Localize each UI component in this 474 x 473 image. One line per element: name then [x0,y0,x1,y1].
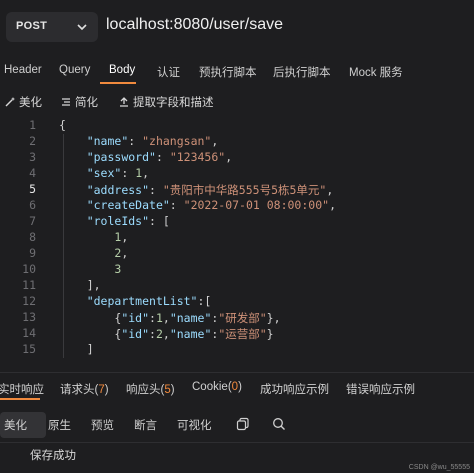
magic-wand-icon [5,97,15,107]
response-tabs: 实时响应 请求头(7) 响应头(5) Cookie(0) 成功响应示例 错误响应… [0,372,474,400]
rtab-cookie[interactable]: Cookie(0) [192,381,242,393]
count-badge: 0 [231,381,239,393]
line-number: 1 [29,118,36,132]
code-text: 2, [114,246,129,260]
code-line: 12 "departmentList":[ [0,294,474,310]
count-badge: 7 [98,384,105,396]
code-text: ] [59,342,94,356]
beautify-label: 美化 [19,97,42,109]
code-text: ], [59,278,101,292]
simplify-label: 简化 [75,97,98,109]
line-number: 7 [29,214,36,228]
upload-icon [120,97,128,107]
code-text: 1, [114,230,129,244]
tab-mock[interactable]: Mock 服务 [349,64,403,80]
active-tab-indicator [100,82,136,84]
rview-visualize[interactable]: 可视化 [177,417,212,433]
line-number: 12 [22,294,36,308]
rtab-success-example[interactable]: 成功响应示例 [260,381,329,397]
body-toolbar: 美化 简化 提取字段和描述 [0,88,474,114]
code-line: 4 "sex": 1, [0,166,474,182]
tab-body[interactable]: Body [109,64,135,76]
code-text: "name": "zhangsan", [86,134,219,148]
code-line: 5 "address": "贵阳市中华路555号5栋5单元", [0,182,474,198]
line-number: 4 [29,166,36,180]
code-line: 11 ], [0,278,474,294]
extract-fields-label: 提取字段和描述 [133,97,214,109]
rview-preview[interactable]: 预览 [91,417,114,433]
code-line: 7 "roleIds": [ [0,214,474,230]
rtab-request-headers[interactable]: 请求头(7) [60,381,109,397]
line-number: 5 [29,182,36,196]
method-select[interactable]: POST [6,12,98,42]
beautify-button[interactable]: 美化 [4,94,42,110]
line-number: 15 [22,342,36,356]
count-badge: 5 [164,384,171,396]
code-line: 14 {"id":2,"name":"运营部"} [0,326,474,342]
code-line: 10 3 [0,262,474,278]
active-response-tab-indicator [0,398,40,400]
code-line: 3 "password": "123456", [0,150,474,166]
line-number: 3 [29,150,36,164]
line-number: 6 [29,198,36,212]
line-number: 10 [22,262,36,276]
code-text: { [59,118,66,132]
line-number: 9 [29,246,36,260]
response-body: 保存成功 [0,442,474,473]
rtab-response-headers[interactable]: 响应头(5) [126,381,175,397]
extract-fields-button[interactable]: 提取字段和描述 [118,94,214,110]
tab-pre-script[interactable]: 预执行脚本 [199,64,257,80]
tab-auth[interactable]: 认证 [157,64,180,80]
line-number: 11 [22,278,36,292]
rtab-live-response[interactable]: 实时响应 [0,381,44,397]
line-number: 13 [22,310,36,324]
tab-header[interactable]: Header [4,64,42,76]
rview-raw[interactable]: 原生 [48,417,71,433]
copy-icon[interactable] [236,417,250,431]
code-text: "roleIds": [ [86,214,170,228]
code-text: {"id":1,"name":"研发部"}, [59,311,281,325]
code-text: "createDate": "2022-07-01 08:00:00", [86,198,336,212]
rview-beautify[interactable]: 美化 [4,417,27,433]
code-line: 8 1, [0,230,474,246]
watermark: CSDN @wu_55555 [408,464,470,471]
code-text: {"id":2,"name":"运营部"} [59,327,274,341]
tab-query[interactable]: Query [59,64,90,76]
chevron-down-icon [77,24,87,31]
method-label: POST [16,20,48,32]
line-number: 2 [29,134,36,148]
simplify-button[interactable]: 简化 [60,94,98,110]
code-line: 1{ [0,118,474,134]
request-tabs: Header Query Body 认证 预执行脚本 后执行脚本 Mock 服务 [0,56,474,84]
code-line: 15 ] [0,342,474,358]
line-number: 8 [29,230,36,244]
list-icon [62,98,70,106]
search-icon[interactable] [272,417,286,431]
code-line: 6 "createDate": "2022-07-01 08:00:00", [0,198,474,214]
rtab-error-example[interactable]: 错误响应示例 [346,381,415,397]
code-text: "address": "贵阳市中华路555号5栋5单元", [86,183,334,197]
code-text: 3 [114,262,122,276]
code-text: "departmentList":[ [86,294,212,308]
response-text: 保存成功 [30,450,76,462]
code-text: "sex": 1, [86,166,150,180]
url-input[interactable]: localhost:8080/user/save [106,16,283,34]
code-line: 13 {"id":1,"name":"研发部"}, [0,310,474,326]
code-line: 2 "name": "zhangsan", [0,134,474,150]
json-editor[interactable]: 1{2 "name": "zhangsan", 3 "password": "12… [0,118,474,360]
rview-assert[interactable]: 断言 [134,417,157,433]
code-line: 9 2, [0,246,474,262]
request-url-bar: POST localhost:8080/user/save [0,0,474,56]
code-text: "password": "123456", [86,150,233,164]
tab-post-script[interactable]: 后执行脚本 [273,64,331,80]
line-number: 14 [22,326,36,340]
